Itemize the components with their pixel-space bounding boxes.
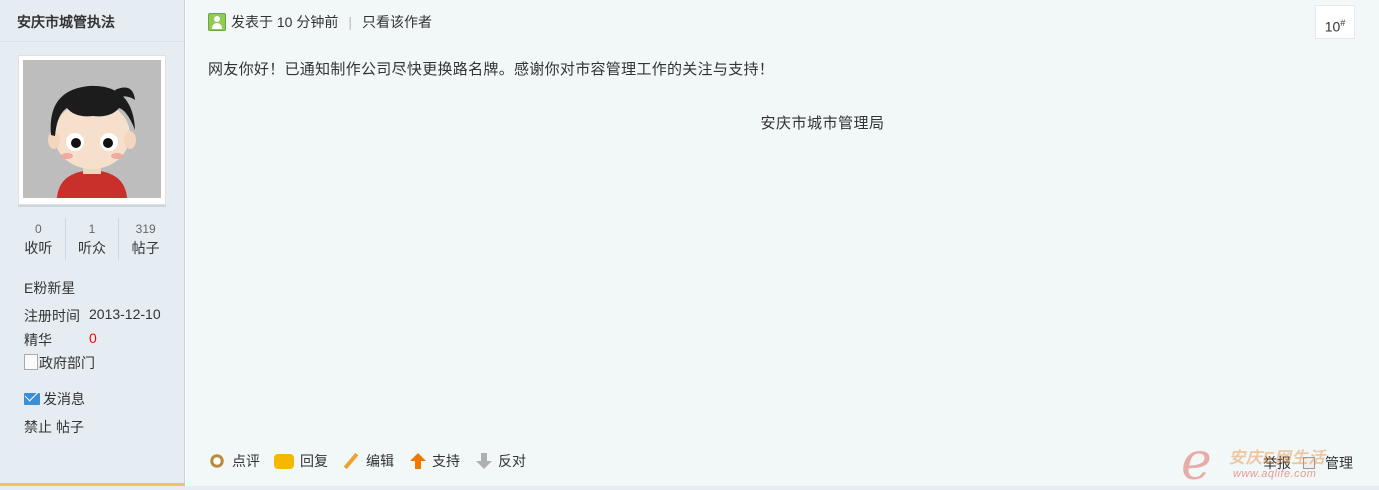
- speech-bubble-icon: [274, 453, 294, 469]
- send-message-label: 发消息: [43, 391, 85, 407]
- avatar: [23, 60, 161, 198]
- digest-value[interactable]: 0: [89, 330, 97, 346]
- stat-posts-label[interactable]: 帖子: [119, 238, 172, 258]
- author-only-link[interactable]: 只看该作者: [362, 12, 432, 32]
- stat-following[interactable]: 0 收听: [12, 218, 65, 260]
- post-main: 发表于 10 分钟前 | 只看该作者 10# 网友你好！已通知制作公司尽快更换路…: [186, 0, 1379, 490]
- comment-button[interactable]: 点评: [208, 451, 260, 471]
- reply-label: 回复: [300, 453, 328, 469]
- register-time-value: 2013-12-10: [89, 306, 161, 322]
- post-bottom-border: [0, 486, 1379, 490]
- support-button[interactable]: 支持: [408, 451, 460, 471]
- send-message-link[interactable]: 发消息: [24, 389, 85, 409]
- digest-label: 精华: [24, 332, 52, 348]
- header-separator: |: [348, 14, 352, 30]
- author-stats: 0 收听 1 听众 319 帖子: [12, 218, 172, 260]
- pencil-icon: [342, 452, 360, 470]
- government-badge: 政府部门: [24, 353, 95, 373]
- register-time-row: 注册时间 2013-12-10: [24, 306, 161, 326]
- avatar-underline: [18, 205, 166, 207]
- digest-row: 精华 0: [24, 330, 97, 350]
- ban-link[interactable]: 禁止: [24, 419, 52, 435]
- online-user-icon: [208, 13, 226, 31]
- manage-icon: [1303, 457, 1315, 469]
- post-time: 发表于 10 分钟前: [231, 14, 339, 30]
- support-label: 支持: [432, 453, 460, 469]
- post-header: 发表于 10 分钟前 | 只看该作者: [208, 12, 432, 32]
- stat-following-count: 0: [34, 222, 42, 236]
- post-signature: 安庆市城市管理局: [760, 115, 885, 132]
- post-body: 网友你好！已通知制作公司尽快更换路名牌。感谢你对市容管理工作的关注与支持！: [208, 61, 775, 78]
- author-name[interactable]: 安庆市城管执法: [17, 12, 115, 32]
- oppose-button[interactable]: 反对: [474, 451, 526, 471]
- user-rank[interactable]: E粉新星: [24, 278, 75, 298]
- post-right-actions: 举报 管理: [1263, 453, 1353, 473]
- stat-followers-label[interactable]: 听众: [66, 238, 119, 258]
- reply-button[interactable]: 回复: [274, 451, 328, 471]
- author-sidebar: 安庆市城管执法 0 收听 1 听众 319 帖子 E粉新星 注册时间 2013-…: [0, 0, 185, 490]
- broken-image-icon: [24, 354, 38, 370]
- stat-posts[interactable]: 319 帖子: [118, 218, 172, 260]
- floor-number-value: 10: [1324, 18, 1341, 35]
- comment-label: 点评: [232, 453, 260, 469]
- post-actions: 点评 回复 编辑 支持 反对: [208, 451, 540, 471]
- oppose-label: 反对: [498, 453, 526, 469]
- badge-alt-text: 政府部门: [39, 355, 95, 371]
- envelope-icon: [24, 393, 40, 405]
- arrow-up-icon: [408, 453, 426, 469]
- avatar-frame[interactable]: [18, 55, 166, 205]
- post-container: 安庆市城管执法 0 收听 1 听众 319 帖子 E粉新星 注册时间 2013-…: [0, 0, 1379, 490]
- stat-followers[interactable]: 1 听众: [64, 218, 119, 260]
- manage-link[interactable]: 管理: [1325, 453, 1353, 473]
- edit-button[interactable]: 编辑: [342, 451, 394, 471]
- register-time-label: 注册时间: [24, 308, 80, 324]
- floor-mark: #: [1340, 18, 1346, 28]
- floor-number[interactable]: 10#: [1315, 5, 1355, 39]
- stat-following-label[interactable]: 收听: [12, 238, 65, 258]
- sidebar-divider: [0, 41, 184, 42]
- stat-followers-count: 1: [88, 222, 96, 236]
- report-link[interactable]: 举报: [1263, 453, 1291, 473]
- admin-links: 禁止 帖子: [24, 417, 88, 437]
- edit-label: 编辑: [366, 453, 394, 469]
- arrow-down-icon: [474, 453, 492, 469]
- ban-posts-link[interactable]: 帖子: [56, 419, 84, 435]
- stat-posts-count: 319: [135, 222, 156, 236]
- coffee-cup-icon: [208, 453, 226, 469]
